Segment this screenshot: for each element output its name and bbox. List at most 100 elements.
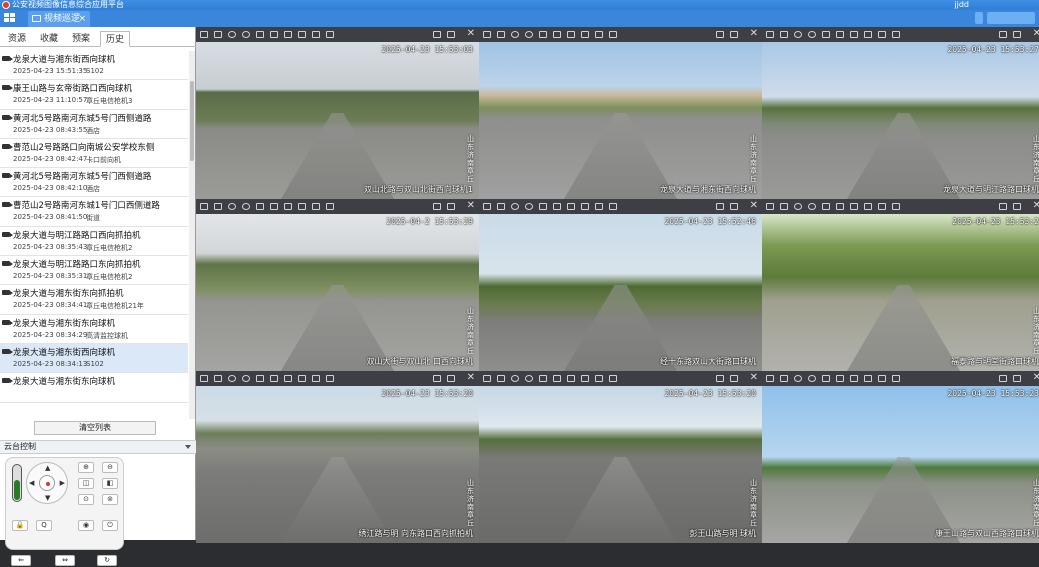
monitor-icon[interactable] [730, 203, 738, 210]
ptz-icon[interactable] [822, 375, 830, 382]
stats-icon[interactable] [433, 375, 441, 382]
history-list-item[interactable]: 龙泉大道与明江路路口东向抓拍机 2025-04-23 08:35:31 章丘电信枪机… [0, 256, 188, 286]
video-cell[interactable]: ✕ 2025-04-23 15:53:23 山东济南章丘 康王山路与双山西路路口球机 [762, 371, 1039, 543]
snapshot-icon[interactable] [200, 31, 208, 38]
zoom-in-icon[interactable] [511, 375, 519, 382]
direction-wheel[interactable]: ▲ ▼ ◀ ▶ [26, 462, 68, 504]
focus-icon[interactable] [270, 31, 278, 38]
stats-icon[interactable] [716, 31, 724, 38]
close-icon[interactable]: ✕ [1033, 28, 1039, 39]
monitor-icon[interactable] [1013, 203, 1021, 210]
monitor-icon[interactable] [1013, 31, 1021, 38]
close-icon[interactable]: × [78, 11, 86, 27]
zoom-out-icon[interactable] [525, 203, 533, 210]
video-cell[interactable]: ✕ 2025-04-23 15:53:27 山东济南章丘 龙泉大道与明江路路口球机 [762, 27, 1039, 199]
volume-icon[interactable] [298, 31, 306, 38]
stats-icon[interactable] [433, 203, 441, 210]
microphone-icon[interactable] [312, 375, 320, 382]
arrow-down-icon[interactable]: ▼ [45, 494, 50, 502]
fullscreen-icon[interactable] [892, 375, 900, 382]
stats-icon[interactable] [716, 375, 724, 382]
volume-icon[interactable] [298, 203, 306, 210]
ptz-icon[interactable] [256, 375, 264, 382]
microphone-icon[interactable] [312, 31, 320, 38]
zoom-out-icon[interactable] [525, 31, 533, 38]
iris-close-button[interactable]: ⊚ [102, 494, 118, 505]
scrollbar[interactable] [189, 51, 195, 419]
fullscreen-icon[interactable] [609, 203, 617, 210]
zoom-in-icon[interactable] [228, 375, 236, 382]
history-list-item[interactable]: 黄河北5号路南河东城5号门西侧道路 2025-04-23 08:42:10 酒店 [0, 168, 188, 198]
history-list-item[interactable]: 康王山路与玄帝街路口西向球机 2025-04-23 11:10:57 章丘电信枪机3 [0, 80, 188, 110]
ptz-icon[interactable] [539, 31, 547, 38]
close-icon[interactable]: ✕ [467, 28, 475, 39]
video-cell[interactable]: ✕ 2025-04-23 15:53:2 山东济南章丘 福泰路与明堂街路口球机 [762, 199, 1039, 371]
settings-icon[interactable] [850, 31, 858, 38]
history-list-item[interactable]: 龙泉大道与湘东街东向球机 [0, 373, 188, 403]
history-list-item[interactable]: 龙泉大道与湘东街东向球机 2025-04-23 08:34:29 高清监控球机 [0, 315, 188, 344]
zoom-out-button[interactable]: ⊖ [102, 462, 118, 473]
history-list-item[interactable]: 龙泉大道与湘东街东向抓拍机 2025-04-23 08:34:41 章丘电信枪机21… [0, 285, 188, 315]
zoom-out-icon[interactable] [242, 375, 250, 382]
monitor-icon[interactable] [447, 203, 455, 210]
focus-far-button[interactable]: ◧ [102, 478, 118, 489]
settings-icon[interactable] [850, 203, 858, 210]
iris-open-button[interactable]: ⊙ [78, 494, 94, 505]
monitor-icon[interactable] [447, 375, 455, 382]
snapshot-icon[interactable] [766, 203, 774, 210]
record-icon[interactable] [780, 203, 788, 210]
fullscreen-icon[interactable] [326, 375, 334, 382]
settings-icon[interactable] [284, 203, 292, 210]
ptz-icon[interactable] [256, 203, 264, 210]
arrow-up-icon[interactable]: ▲ [45, 464, 50, 472]
close-icon[interactable]: ✕ [750, 28, 758, 39]
ptz-icon[interactable] [822, 203, 830, 210]
fullscreen-icon[interactable] [326, 203, 334, 210]
focus-icon[interactable] [836, 31, 844, 38]
zoom-out-icon[interactable] [808, 31, 816, 38]
video-cell[interactable]: ✕ 2025-04-23 15:53:20 山东济南章丘 绣江路与明 向东路口西向抓拍… [196, 371, 479, 543]
zoom-in-icon[interactable] [511, 31, 519, 38]
snapshot-icon[interactable] [483, 203, 491, 210]
video-cell[interactable]: ✕ 2025-04-23 15:52:46 经十东路双山大街路口球机 [479, 199, 762, 371]
settings-icon[interactable] [284, 375, 292, 382]
record-icon[interactable] [497, 203, 505, 210]
focus-icon[interactable] [553, 31, 561, 38]
fullscreen-icon[interactable] [892, 31, 900, 38]
settings-icon[interactable] [567, 203, 575, 210]
settings-icon[interactable] [567, 375, 575, 382]
snapshot-icon[interactable] [766, 31, 774, 38]
ptz-icon[interactable] [256, 31, 264, 38]
snapshot-icon[interactable] [766, 375, 774, 382]
history-list-item[interactable]: 曹范山2号路路口向南城公安学校东侧 2025-04-23 08:42:47 卡口前向… [0, 139, 188, 169]
track-button[interactable]: ↻ [97, 555, 117, 566]
ptz-control-header[interactable]: 云台控制 [0, 440, 196, 454]
record-icon[interactable] [780, 375, 788, 382]
monitor-icon[interactable] [730, 375, 738, 382]
video-cell[interactable]: ✕ 山东济南章丘 龙泉大道与湘东街西向球机 [479, 27, 762, 199]
history-list-item[interactable]: 黄河北5号路南河东城5号门西侧道路 2025-04-23 08:43:55 酒店 [0, 110, 188, 139]
ptz-icon[interactable] [822, 31, 830, 38]
monitor-icon[interactable] [730, 31, 738, 38]
focus-icon[interactable] [836, 203, 844, 210]
zoom-in-icon[interactable] [794, 31, 802, 38]
volume-icon[interactable] [864, 203, 872, 210]
microphone-icon[interactable] [878, 31, 886, 38]
close-icon[interactable]: ✕ [750, 200, 758, 211]
lock-button[interactable]: 🔒 [12, 520, 28, 531]
stats-icon[interactable] [999, 203, 1007, 210]
microphone-icon[interactable] [312, 203, 320, 210]
window-button[interactable] [987, 12, 1035, 24]
stats-icon[interactable] [999, 375, 1007, 382]
microphone-icon[interactable] [878, 375, 886, 382]
zoom-in-button[interactable]: ⊕ [78, 462, 94, 473]
window-button[interactable] [975, 12, 983, 24]
microphone-icon[interactable] [595, 31, 603, 38]
zoom-out-icon[interactable] [242, 31, 250, 38]
history-list-item[interactable]: 曹范山2号路南河东城1号门口西侧道路 2025-04-23 08:41:50 街道 [0, 197, 188, 227]
speed-slider[interactable] [12, 464, 22, 502]
fullscreen-icon[interactable] [326, 31, 334, 38]
close-icon[interactable]: ✕ [1033, 200, 1039, 211]
tab-video-patrol[interactable]: 视频巡逻 × [28, 11, 90, 27]
stats-icon[interactable] [433, 31, 441, 38]
